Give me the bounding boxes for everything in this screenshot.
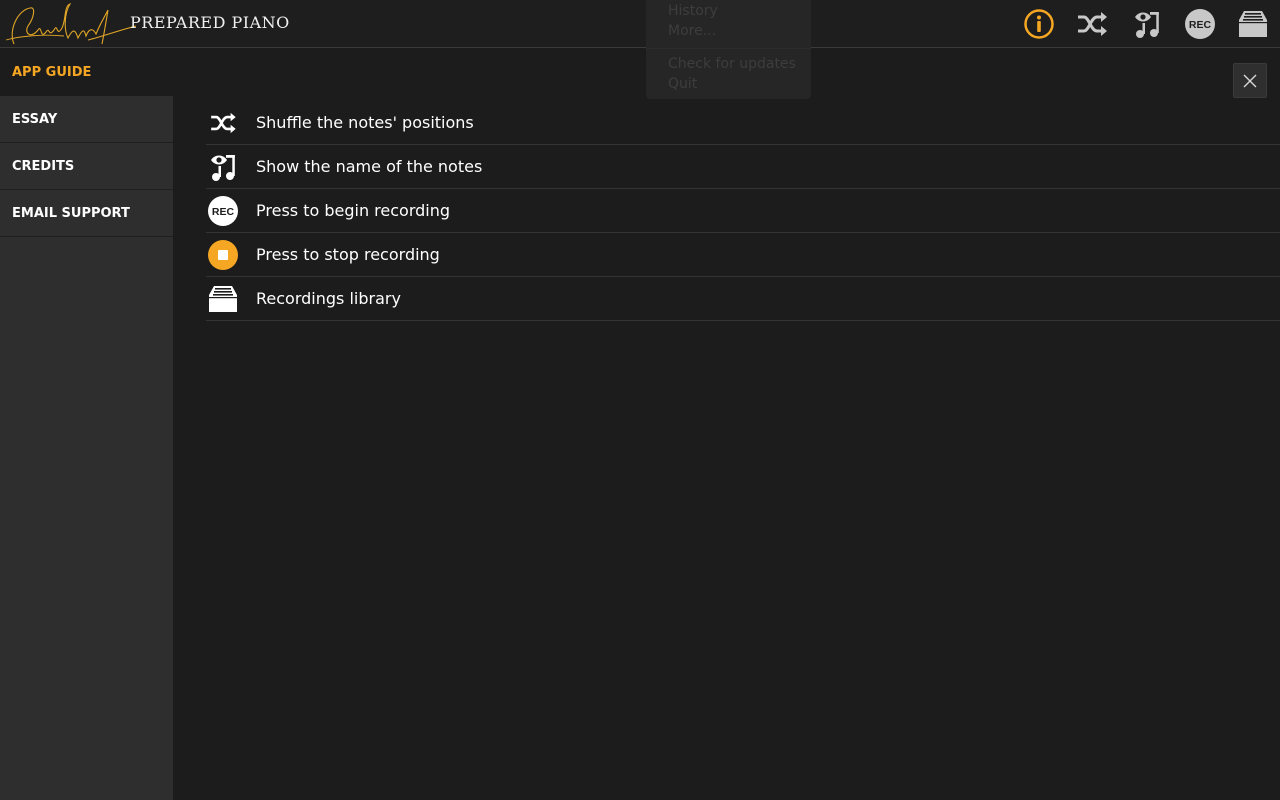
record-icon: REC xyxy=(1185,9,1215,39)
info-button[interactable] xyxy=(1021,6,1057,42)
sidebar: APP GUIDE ESSAY CREDITS EMAIL SUPPORT xyxy=(0,49,173,800)
guide-text-shuffle: Shuffle the notes' positions xyxy=(256,113,474,132)
show-notes-button[interactable] xyxy=(1129,6,1165,42)
shuffle-button[interactable] xyxy=(1074,6,1110,42)
guide-row-show-notes: Show the name of the notes xyxy=(206,145,1280,189)
top-bar: PREPARED PIANO REC xyxy=(0,0,1280,48)
record-icon-label: REC xyxy=(1189,19,1212,31)
signature-logo xyxy=(5,3,136,45)
sidebar-item-app-guide[interactable]: APP GUIDE xyxy=(0,49,173,96)
library-icon xyxy=(1239,11,1267,37)
guide-text-show-notes: Show the name of the notes xyxy=(256,157,483,176)
guide-row-shuffle: Shuffle the notes' positions xyxy=(206,101,1280,145)
stop-record-icon xyxy=(206,238,240,272)
library-icon xyxy=(206,282,240,316)
guide-row-stop: Press to stop recording xyxy=(206,233,1280,277)
menu-item-quit[interactable]: Quit xyxy=(668,76,697,92)
library-button[interactable] xyxy=(1235,6,1271,42)
show-notes-icon xyxy=(206,150,240,184)
menu-item-check-updates[interactable]: Check for updates xyxy=(668,56,796,72)
app-title: PREPARED PIANO xyxy=(130,13,290,32)
sidebar-item-essay[interactable]: ESSAY xyxy=(0,96,173,143)
menu-separator xyxy=(646,48,811,49)
close-icon xyxy=(1243,74,1257,87)
menu-item-more[interactable]: More... xyxy=(668,23,716,39)
record-button[interactable]: REC xyxy=(1182,6,1218,42)
close-button[interactable] xyxy=(1233,63,1267,98)
guide-row-library: Recordings library xyxy=(206,277,1280,321)
shuffle-icon xyxy=(206,106,240,140)
guide-row-record: REC Press to begin recording xyxy=(206,189,1280,233)
app-menu-dropdown: History More... Check for updates Quit xyxy=(646,0,811,99)
guide-text-record: Press to begin recording xyxy=(256,201,451,220)
sidebar-item-email-support[interactable]: EMAIL SUPPORT xyxy=(0,190,173,237)
guide-text-library: Recordings library xyxy=(256,289,401,308)
menu-item-history[interactable]: History xyxy=(668,3,718,19)
info-icon xyxy=(1024,9,1054,39)
record-icon-label: REC xyxy=(212,206,235,218)
shuffle-icon xyxy=(1078,12,1107,36)
sidebar-item-credits[interactable]: CREDITS xyxy=(0,143,173,190)
show-notes-icon xyxy=(1135,12,1159,38)
record-icon: REC xyxy=(206,194,240,228)
guide-text-stop: Press to stop recording xyxy=(256,245,440,264)
